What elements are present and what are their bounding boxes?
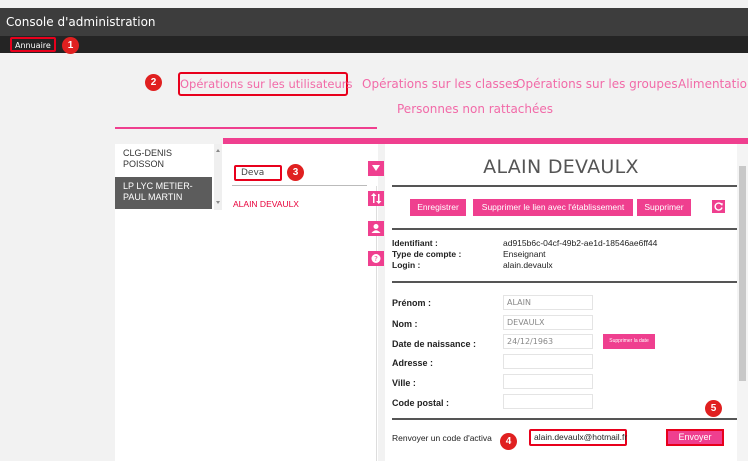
user-search-input[interactable]: Deva xyxy=(234,165,282,181)
callout-marker-4: 4 xyxy=(500,433,517,450)
schools-scrollbar[interactable] xyxy=(214,144,222,210)
id-value: ad915b6c-04cf-49b2-ae1d-18546ae6ff44 xyxy=(503,238,658,248)
lastname-label: Nom : xyxy=(392,319,418,329)
section-divider xyxy=(392,228,737,230)
firstname-field[interactable]: ALAIN xyxy=(503,295,593,310)
school-name-line: PAUL MARTIN xyxy=(123,192,183,202)
id-label: Identifiant : xyxy=(392,238,438,248)
refresh-icon[interactable] xyxy=(712,200,725,213)
address-field[interactable] xyxy=(503,354,593,369)
school-item[interactable]: CLG-DENIS POISSON xyxy=(115,144,212,176)
lastname-field[interactable]: DEVAULX xyxy=(503,315,593,330)
send-button[interactable]: Envoyer xyxy=(666,429,724,446)
svg-text:?: ? xyxy=(374,255,378,263)
callout-marker-5: 5 xyxy=(705,400,722,417)
resend-activation-label: Renvoyer un code d'activa xyxy=(392,433,492,443)
school-item-selected[interactable]: LP LYC METIER- PAUL MARTIN xyxy=(115,177,212,209)
section-divider xyxy=(392,281,737,283)
save-button[interactable]: Enregistrer xyxy=(410,199,466,216)
menu-bar xyxy=(0,36,748,53)
zip-field[interactable] xyxy=(503,394,593,409)
user-full-name: ALAIN DEVAULX xyxy=(483,156,639,178)
account-type-value: Enseignant xyxy=(503,249,546,259)
window-title: Console d'administration xyxy=(0,8,748,36)
user-result-item[interactable]: ALAIN DEVAULX xyxy=(233,199,299,209)
section-divider xyxy=(392,185,737,187)
city-label: Ville : xyxy=(392,378,416,388)
scroll-arrows-icon xyxy=(216,149,220,204)
birthdate-label: Date de naissance : xyxy=(392,339,477,349)
nav-users-operations[interactable]: Opérations sur les utilisateurs xyxy=(178,72,352,96)
account-type-label: Type de compte : xyxy=(392,249,462,259)
nav-alimentation[interactable]: Alimentation xyxy=(678,77,748,91)
login-value: alain.devaulx xyxy=(503,260,553,270)
delete-user-button[interactable]: Supprimer xyxy=(637,199,691,216)
callout-marker-1: 1 xyxy=(62,37,79,54)
school-name-line: CLG-DENIS xyxy=(123,148,173,158)
filter-icon[interactable] xyxy=(368,161,384,176)
firstname-label: Prénom : xyxy=(392,298,432,308)
zip-label: Code postal : xyxy=(392,398,450,408)
user-icon[interactable] xyxy=(368,221,384,236)
details-scrollbar-thumb[interactable] xyxy=(739,166,746,381)
login-label: Login : xyxy=(392,260,421,270)
delete-date-button[interactable]: Supprimer la date xyxy=(603,334,655,349)
birthdate-field[interactable]: 24/12/1963 xyxy=(503,334,593,349)
search-underline xyxy=(232,185,367,186)
help-icon[interactable]: ? xyxy=(368,251,384,266)
users-list-panel xyxy=(223,144,378,461)
unlink-establishment-button[interactable]: Supprimer le lien avec l'établissement xyxy=(473,199,633,216)
address-label: Adresse : xyxy=(392,358,434,368)
accent-line xyxy=(115,127,377,129)
nav-groups-operations[interactable]: Opérations sur les groupes xyxy=(516,77,678,91)
nav-unattached-persons[interactable]: Personnes non rattachées xyxy=(397,102,553,116)
nav-classes-operations[interactable]: Opérations sur les classes xyxy=(362,77,519,91)
menu-annuaire[interactable]: Annuaire xyxy=(10,37,56,52)
callout-marker-2: 2 xyxy=(145,74,162,91)
email-field[interactable]: alain.devaulx@hotmail.fr xyxy=(529,429,627,446)
callout-marker-3: 3 xyxy=(287,164,304,181)
section-divider xyxy=(392,418,737,420)
city-field[interactable] xyxy=(503,374,593,389)
school-name-line: LP LYC METIER- xyxy=(123,181,193,191)
school-name-line: POISSON xyxy=(123,159,165,169)
sort-icon[interactable] xyxy=(368,191,384,206)
